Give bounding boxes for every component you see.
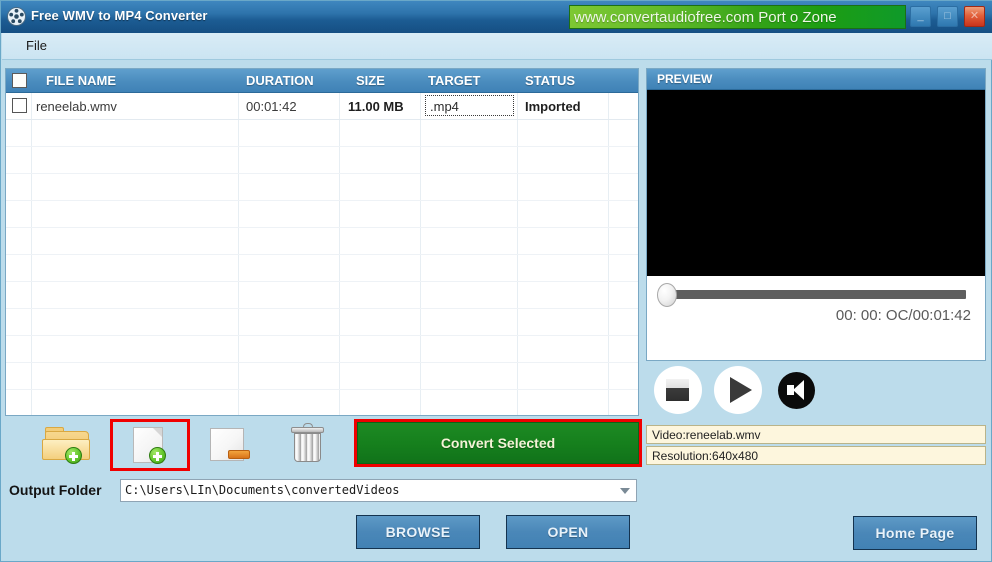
column-header-size[interactable]: SIZE	[356, 73, 385, 88]
resolution-info-line: Resolution:640x480	[646, 446, 986, 465]
plus-badge-icon	[149, 447, 166, 464]
cell-duration: 00:01:42	[246, 99, 297, 114]
video-info-text: Video:reneelab.wmv	[652, 428, 761, 442]
play-icon	[730, 377, 752, 403]
plus-badge-icon	[65, 447, 82, 464]
menu-bar: File	[2, 33, 992, 60]
file-list-header: FILE NAME DURATION SIZE TARGET STATUS	[6, 69, 638, 93]
maximize-icon: □	[944, 10, 951, 22]
row-checkbox[interactable]	[12, 98, 27, 113]
minimize-icon: _	[917, 10, 924, 22]
trash-can-icon	[294, 433, 321, 462]
resolution-info-text: Resolution:640x480	[652, 449, 759, 463]
open-button-label: OPEN	[547, 524, 589, 540]
home-page-button-label: Home Page	[875, 525, 955, 541]
minimize-button[interactable]: _	[910, 6, 931, 27]
menu-item-file[interactable]: File	[20, 38, 53, 53]
cell-target-select[interactable]: .mp4	[425, 95, 514, 116]
window-title: Free WMV to MP4 Converter	[31, 8, 208, 23]
delete-button[interactable]	[281, 423, 337, 465]
preview-header: PREVIEW	[647, 69, 985, 90]
seek-slider-thumb[interactable]	[657, 283, 677, 307]
clear-list-button[interactable]	[200, 423, 256, 465]
volume-button[interactable]	[774, 366, 822, 414]
table-row-empty[interactable]	[6, 201, 638, 228]
cell-size: 11.00 MB	[348, 99, 404, 114]
play-button[interactable]	[714, 366, 762, 414]
page-fold-corner	[153, 428, 162, 437]
add-file-button[interactable]	[121, 423, 177, 465]
open-button[interactable]: OPEN	[506, 515, 630, 549]
table-row[interactable]: reneelab.wmv 00:01:42 11.00 MB .mp4 Impo…	[6, 93, 638, 120]
preview-header-label: PREVIEW	[657, 72, 713, 86]
browse-button-label: BROWSE	[385, 524, 451, 540]
table-row-empty[interactable]	[6, 282, 638, 309]
convert-selected-button[interactable]: Convert Selected	[357, 422, 639, 464]
cell-target-value: .mp4	[430, 99, 459, 114]
preview-panel: PREVIEW 00: 00: OC/00:01:42	[646, 68, 986, 361]
table-row-empty[interactable]	[6, 228, 638, 255]
column-header-target[interactable]: TARGET	[428, 73, 480, 88]
convert-selected-label: Convert Selected	[440, 435, 556, 451]
column-header-file-name[interactable]: FILE NAME	[46, 73, 116, 88]
table-row-empty[interactable]	[6, 174, 638, 201]
cell-status: Imported	[525, 99, 581, 114]
preview-video-surface[interactable]	[647, 90, 985, 276]
home-page-button[interactable]: Home Page	[853, 516, 977, 550]
title-bar: Free WMV to MP4 Converter www.convertaud…	[1, 1, 992, 33]
playback-time-label: 00: 00: OC/00:01:42	[835, 307, 971, 324]
playback-controls	[646, 363, 986, 423]
file-list: FILE NAME DURATION SIZE TARGET STATUS re…	[5, 68, 639, 416]
column-header-status[interactable]: STATUS	[525, 73, 575, 88]
stop-icon	[666, 379, 689, 401]
output-folder-label: Output Folder	[9, 482, 102, 498]
close-icon: ✕	[969, 10, 980, 22]
speaker-icon	[778, 372, 815, 409]
browse-button[interactable]: BROWSE	[356, 515, 480, 549]
maximize-button[interactable]: □	[937, 6, 958, 27]
application-window: Free WMV to MP4 Converter www.convertaud…	[0, 0, 992, 562]
promo-banner[interactable]: www.convertaudiofree.com Port o Zone	[569, 5, 906, 29]
stop-button[interactable]	[654, 366, 702, 414]
close-button[interactable]: ✕	[964, 6, 985, 27]
output-folder-path: C:\Users\LIn\Documents\convertedVideos	[125, 483, 400, 497]
table-row-empty[interactable]	[6, 255, 638, 282]
output-folder-combobox[interactable]: C:\Users\LIn\Documents\convertedVideos	[120, 479, 637, 502]
clear-bar-icon	[228, 450, 250, 459]
film-reel-icon	[7, 7, 26, 26]
table-row-empty[interactable]	[6, 363, 638, 390]
promo-banner-text: www.convertaudiofree.com Port o Zone	[574, 9, 837, 26]
preview-seek-area: 00: 00: OC/00:01:42	[647, 276, 985, 360]
table-row-empty[interactable]	[6, 336, 638, 363]
cell-file-name: reneelab.wmv	[36, 99, 117, 114]
table-row-empty[interactable]	[6, 120, 638, 147]
chevron-down-icon[interactable]	[620, 488, 630, 494]
seek-slider[interactable]	[663, 290, 966, 299]
table-row-empty[interactable]	[6, 390, 638, 415]
add-folder-button[interactable]	[39, 423, 95, 465]
table-row-empty[interactable]	[6, 309, 638, 336]
table-row-empty[interactable]	[6, 147, 638, 174]
file-list-body[interactable]: reneelab.wmv 00:01:42 11.00 MB .mp4 Impo…	[6, 93, 638, 415]
video-info-line: Video:reneelab.wmv	[646, 425, 986, 444]
select-all-checkbox[interactable]	[12, 73, 27, 88]
column-header-duration[interactable]: DURATION	[246, 73, 314, 88]
